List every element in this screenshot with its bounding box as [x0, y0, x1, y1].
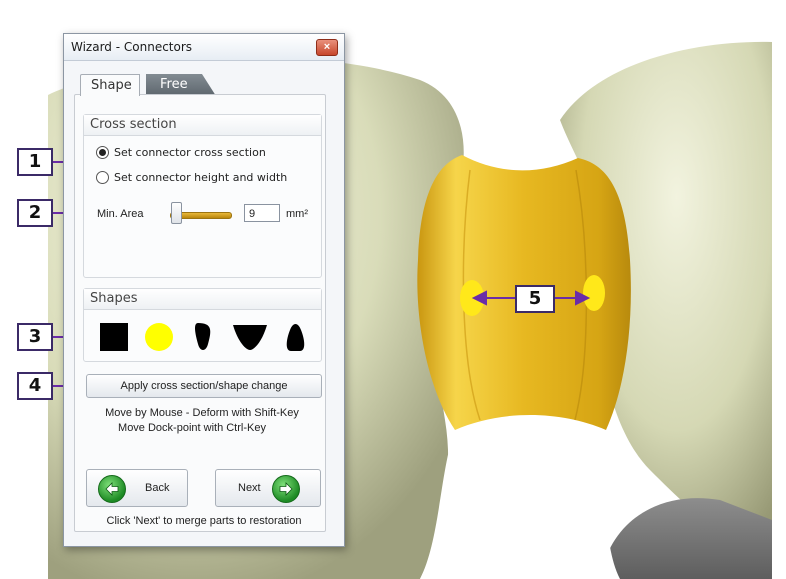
next-arrow-icon	[272, 475, 300, 503]
radio-checked-icon[interactable]	[96, 146, 109, 159]
tab-shape[interactable]: Shape	[80, 74, 140, 96]
narrow-oval-shape[interactable]	[195, 323, 211, 350]
shapes-row	[100, 323, 305, 351]
apply-change-button[interactable]: Apply cross section/shape change	[86, 374, 322, 398]
radio-unchecked-icon[interactable]	[96, 171, 109, 184]
callout-4: 4	[17, 372, 53, 400]
callout-1: 1	[17, 148, 53, 176]
cross-section-group: Cross section	[83, 114, 322, 278]
triangle-shape[interactable]	[233, 325, 267, 350]
back-arrow-icon	[98, 475, 126, 503]
lower-gap	[420, 405, 620, 579]
min-area-label: Min. Area	[97, 208, 144, 220]
callout-3: 3	[17, 323, 53, 351]
tab-free[interactable]: Free	[146, 74, 216, 96]
back-label: Back	[145, 482, 170, 494]
unit-label: mm²	[286, 208, 308, 220]
close-button[interactable]: ×	[316, 39, 338, 56]
hint-mouse: Move by Mouse - Deform with Shift-Key	[105, 407, 299, 419]
cross-section-heading: Cross section	[84, 115, 321, 136]
gum-block	[600, 498, 772, 579]
wizard-window: Wizard - Connectors × Shape Free Cross s…	[63, 33, 345, 547]
square-shape[interactable]	[100, 323, 128, 351]
title-bar[interactable]: Wizard - Connectors ×	[64, 34, 344, 61]
window-title: Wizard - Connectors	[71, 40, 193, 54]
radio-height-width[interactable]: Set connector height and width	[96, 171, 287, 184]
callout-2: 2	[17, 199, 53, 227]
dock-point-right[interactable]	[583, 275, 605, 311]
next-label: Next	[238, 482, 261, 494]
footer-hint: Click 'Next' to merge parts to restorati…	[106, 515, 302, 527]
circle-shape[interactable]	[145, 323, 173, 351]
shapes-heading: Shapes	[84, 289, 321, 310]
bell-shape[interactable]	[286, 324, 305, 351]
radio-height-width-label: Set connector height and width	[114, 171, 288, 184]
min-area-input[interactable]: 9	[244, 204, 280, 222]
radio-cross-section-label: Set connector cross section	[114, 146, 266, 159]
hint-ctrl: Move Dock-point with Ctrl-Key	[118, 422, 266, 434]
back-button[interactable]: Back	[86, 469, 188, 507]
min-area-slider-thumb[interactable]	[171, 202, 182, 224]
radio-cross-section[interactable]: Set connector cross section	[96, 146, 266, 159]
next-button[interactable]: Next	[215, 469, 321, 507]
callout-5: 5	[515, 285, 555, 313]
